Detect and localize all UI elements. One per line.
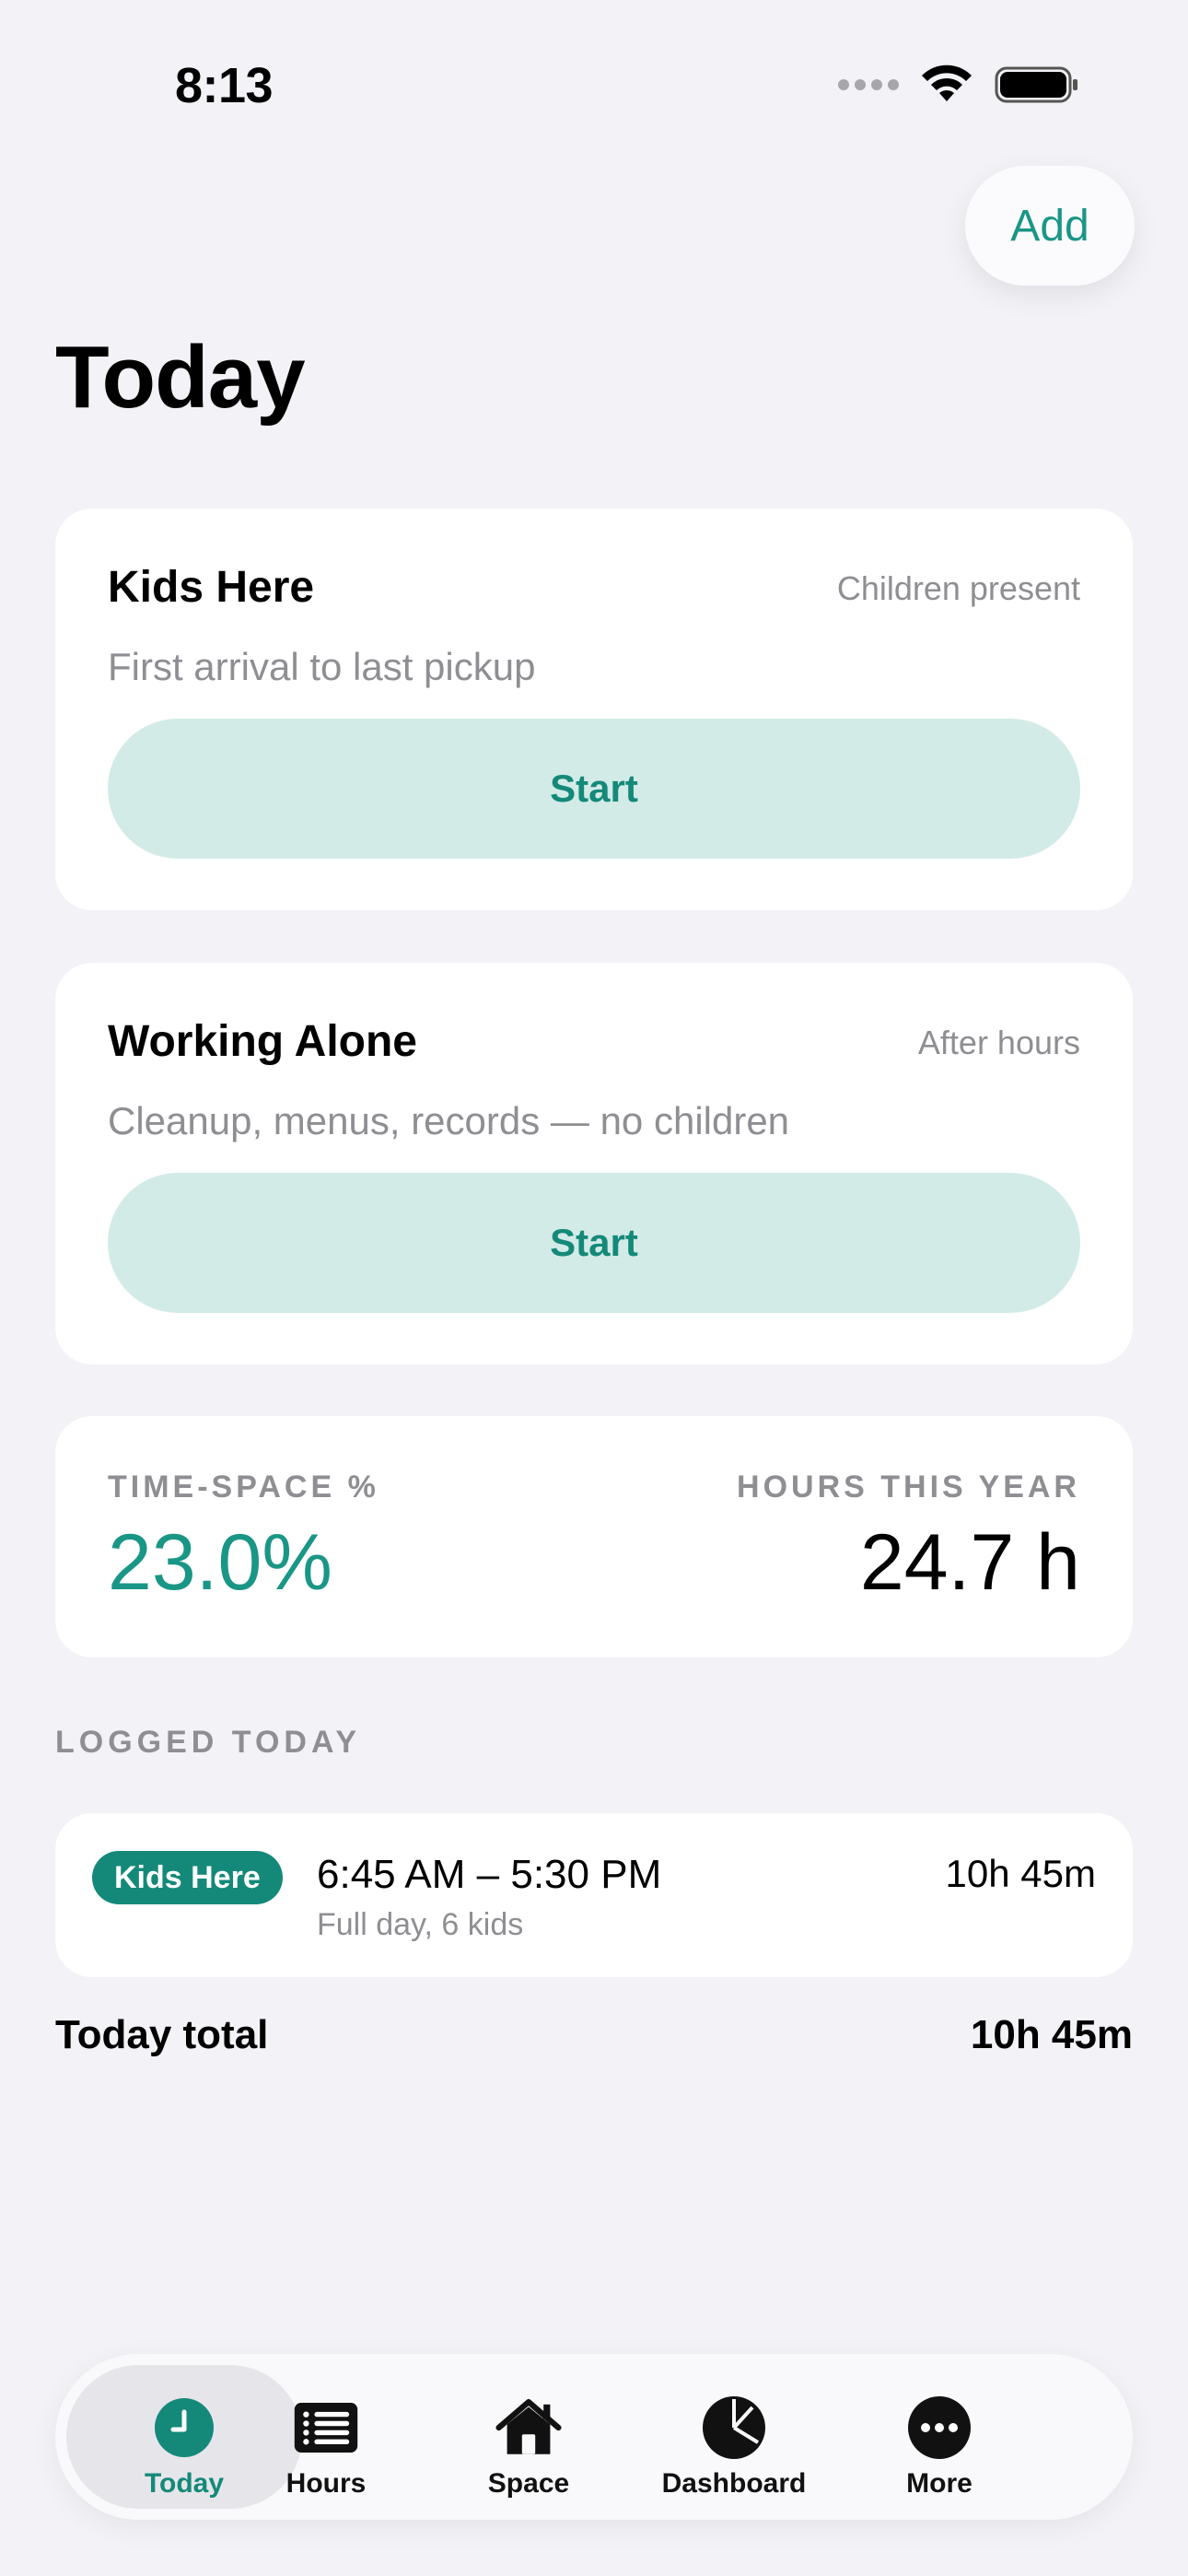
house-icon (495, 2395, 562, 2461)
log-entry-duration: 10h 45m (945, 1852, 1096, 1895)
list-icon (293, 2395, 359, 2461)
tab-more[interactable]: More (821, 2365, 1057, 2509)
clock-icon (151, 2395, 217, 2461)
tab-bar: Today Hours Space Dashboard More (55, 2354, 1133, 2520)
add-button[interactable]: Add (965, 166, 1135, 286)
battery-icon (995, 66, 1077, 103)
time-space-value: 23.0% (108, 1518, 332, 1607)
log-entry-type-badge: Kids Here (92, 1851, 283, 1904)
hours-this-year-label: HOURS THIS YEAR (737, 1469, 1080, 1505)
tab-label: Today (144, 2468, 225, 2499)
wifi-icon (922, 64, 972, 101)
tab-label: Dashboard (661, 2468, 807, 2499)
ellipsis-icon (906, 2395, 973, 2461)
working-alone-start-button[interactable]: Start (108, 1173, 1080, 1313)
log-entry-time: 6:45 AM – 5:30 PM (317, 1852, 662, 1897)
tab-hours[interactable]: Hours (208, 2365, 444, 2509)
card-tag: After hours (917, 1024, 1080, 1061)
working-alone-card: Working Alone After hours Cleanup, menus… (55, 963, 1133, 1364)
cellular-signal-icon (838, 79, 899, 90)
status-time: 8:13 (175, 58, 274, 113)
status-icons (838, 64, 1079, 105)
tab-label: Space (487, 2468, 570, 2499)
logged-today-label: LOGGED TODAY (55, 1725, 362, 1760)
pie-chart-icon (701, 2395, 767, 2461)
card-tag: Children present (836, 569, 1080, 607)
card-title: Kids Here (108, 563, 315, 612)
tab-label: More (906, 2468, 973, 2499)
kids-here-card: Kids Here Children present First arrival… (55, 509, 1133, 910)
tab-dashboard[interactable]: Dashboard (616, 2365, 852, 2509)
time-space-label: TIME-SPACE % (108, 1469, 379, 1505)
card-title: Working Alone (108, 1017, 417, 1066)
today-total-label: Today total (55, 2012, 269, 2057)
kids-here-start-button[interactable]: Start (108, 719, 1080, 859)
hours-this-year-value: 24.7 h (859, 1518, 1080, 1607)
screen: 8:13 Add Today Kids Here Children presen… (0, 0, 1188, 2576)
card-subtitle: Cleanup, menus, records — no children (108, 1099, 790, 1142)
tab-label: Hours (285, 2468, 367, 2499)
tab-space[interactable]: Space (411, 2365, 646, 2509)
card-subtitle: First arrival to last pickup (108, 645, 536, 688)
today-total-value: 10h 45m (970, 2012, 1133, 2057)
stats-card: TIME-SPACE % HOURS THIS YEAR 23.0% 24.7 … (55, 1416, 1133, 1657)
log-entry-note: Full day, 6 kids (317, 1907, 524, 1942)
log-entry-row[interactable]: Kids Here 6:45 AM – 5:30 PM Full day, 6 … (55, 1813, 1133, 1977)
page-title: Today (55, 328, 306, 427)
